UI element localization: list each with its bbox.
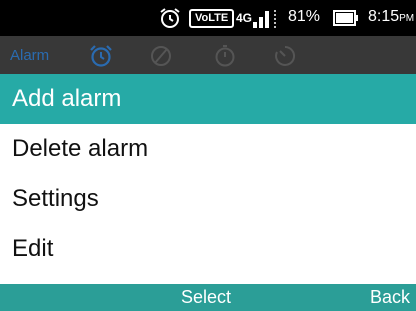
clock-ampm: PM [399,13,415,24]
menu-item-add-alarm[interactable]: Add alarm [0,74,416,124]
menu-item-settings[interactable]: Settings [0,174,416,224]
timer-tab-icon[interactable] [272,43,298,69]
clock-time-value: 8:15 [368,8,400,25]
select-softkey[interactable]: Select [181,287,231,308]
back-softkey[interactable]: Back [370,287,410,308]
signal-icon [253,10,276,28]
options-menu: Add alarm Delete alarm Settings Edit [0,74,416,274]
app-title: Alarm [10,47,50,64]
menu-item-delete-alarm[interactable]: Delete alarm [0,124,416,174]
world-clock-tab-icon[interactable] [148,43,174,69]
softkey-bar: Select Back [0,284,416,311]
alarm-tab-icon[interactable] [88,43,114,69]
alarm-clock-icon [160,8,180,28]
volte-badge: VoLTE [189,9,235,28]
stopwatch-tab-icon[interactable] [212,43,238,69]
status-bar: VoLTE 4G 81% 8:15PM [0,0,416,36]
menu-item-edit[interactable]: Edit [0,224,416,274]
clock-time: 8:15PM [368,8,414,26]
battery-icon [333,10,358,26]
app-bar: Alarm [0,36,416,74]
battery-percent: 81% [288,8,321,25]
network-type: 4G [236,11,253,25]
